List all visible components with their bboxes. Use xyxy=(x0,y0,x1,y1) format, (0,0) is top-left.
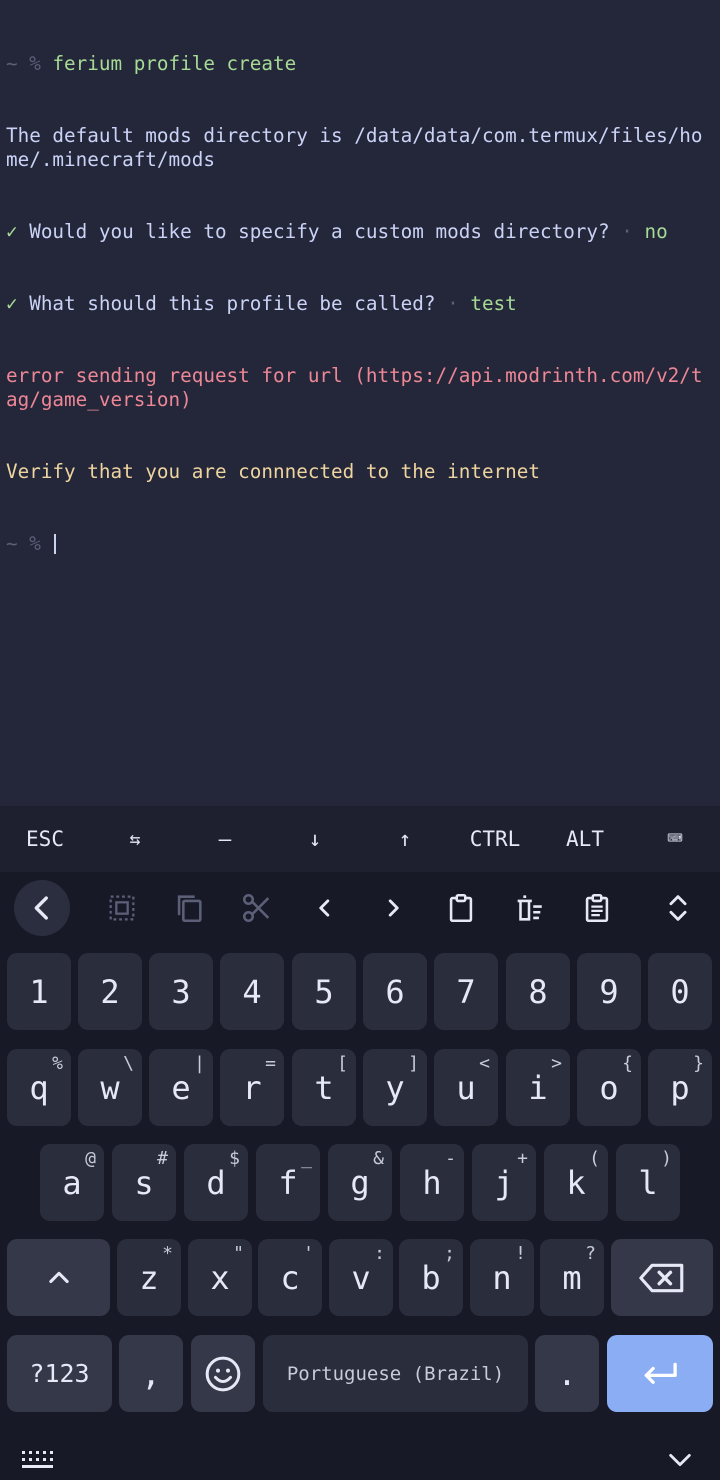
keyboard-toolbar xyxy=(0,872,720,944)
comma-key[interactable]: , xyxy=(119,1335,183,1412)
key-7[interactable]: 7 xyxy=(434,953,498,1030)
terminal-output[interactable]: ~ % ferium profile create The default mo… xyxy=(0,0,720,806)
key-m[interactable]: m? xyxy=(540,1239,604,1316)
clipboard-icon[interactable] xyxy=(569,880,625,936)
key-x[interactable]: x " xyxy=(188,1239,252,1316)
command: ferium profile create xyxy=(52,52,297,75)
soft-keyboard: 1 2 3 4 5 6 7 8 9 0 q% w \ e | r = t[ y] u <… xyxy=(0,872,720,1480)
terminal-line-2: The default mods directory is /data/data… xyxy=(6,124,703,171)
terminal-line-1: ~ % ferium profile create xyxy=(6,52,714,76)
expand-icon[interactable] xyxy=(650,880,706,936)
symbols-key[interactable]: ?123 xyxy=(7,1335,112,1412)
warning-message: Verify that you are connnected to the in… xyxy=(6,460,540,483)
key-q[interactable]: q% xyxy=(7,1049,71,1126)
key-u[interactable]: u < xyxy=(434,1049,498,1126)
copy-icon[interactable] xyxy=(161,880,217,936)
key-g[interactable]: g & xyxy=(328,1144,392,1221)
esc-key[interactable]: ESC xyxy=(0,806,90,872)
separator: · xyxy=(435,292,471,315)
check-mark: ✓ xyxy=(6,292,30,315)
terminal-line-4: ✓ What should this profile be called? · … xyxy=(6,292,714,316)
arrow-up-key[interactable]: ↑ xyxy=(360,806,450,872)
key-4[interactable]: 4 xyxy=(220,953,284,1030)
dash-key[interactable]: — xyxy=(180,806,270,872)
key-s[interactable]: s # xyxy=(112,1144,176,1221)
hide-keyboard-icon[interactable] xyxy=(662,1446,698,1478)
keyboard-nav-bar xyxy=(0,1440,720,1480)
key-v[interactable]: v: xyxy=(329,1239,393,1316)
select-all-icon[interactable] xyxy=(94,880,150,936)
key-c[interactable]: c ' xyxy=(258,1239,322,1316)
key-z[interactable]: z * xyxy=(117,1239,181,1316)
key-9[interactable]: 9 xyxy=(577,953,641,1030)
backspace-key[interactable] xyxy=(611,1239,713,1316)
key-j[interactable]: j + xyxy=(472,1144,536,1221)
keyboard-toggle-key[interactable]: ⌨ xyxy=(630,806,720,872)
key-r[interactable]: r = xyxy=(220,1049,284,1126)
emoji-key[interactable] xyxy=(191,1335,255,1412)
key-5[interactable]: 5 xyxy=(292,953,356,1030)
key-k[interactable]: k( xyxy=(544,1144,608,1221)
check-mark: ✓ xyxy=(6,220,30,243)
key-w[interactable]: w \ xyxy=(78,1049,142,1126)
cursor-right-icon[interactable] xyxy=(365,880,421,936)
error-message: error sending request for url (https://a… xyxy=(6,364,703,411)
terminal-line-3: ✓ Would you like to specify a custom mod… xyxy=(6,220,714,244)
key-y[interactable]: y] xyxy=(363,1049,427,1126)
key-0[interactable]: 0 xyxy=(648,953,712,1030)
key-a[interactable]: a @ xyxy=(40,1144,104,1221)
clipboard-delete-icon[interactable] xyxy=(501,880,557,936)
shift-icon xyxy=(48,1271,69,1283)
space-key[interactable]: Portuguese (Brazil) xyxy=(263,1335,528,1412)
keyboard-switch-icon[interactable] xyxy=(20,1448,60,1476)
key-l[interactable]: l) xyxy=(616,1144,680,1221)
question: What should this profile be called? xyxy=(29,292,436,315)
key-h[interactable]: h- xyxy=(400,1144,464,1221)
key-8[interactable]: 8 xyxy=(506,953,570,1030)
key-3[interactable]: 3 xyxy=(149,953,213,1030)
terminal-line-7: ~ % xyxy=(6,532,714,556)
enter-icon xyxy=(644,1362,677,1384)
shift-key[interactable] xyxy=(7,1239,110,1316)
tab-key[interactable]: ⇆ xyxy=(90,806,180,872)
key-b[interactable]: b; xyxy=(399,1239,463,1316)
emoji-icon xyxy=(205,1356,241,1391)
cursor-left-icon[interactable] xyxy=(297,880,353,936)
key-e[interactable]: e | xyxy=(149,1049,213,1126)
answer: test xyxy=(470,292,517,315)
text-cursor xyxy=(54,534,57,554)
key-n[interactable]: n! xyxy=(470,1239,534,1316)
separator: · xyxy=(609,220,645,243)
key-t[interactable]: t[ xyxy=(292,1049,356,1126)
question: Would you like to specify a custom mods … xyxy=(29,220,610,243)
prompt: ~ % xyxy=(6,532,53,555)
alt-key[interactable]: ALT xyxy=(540,806,630,872)
extra-keys-bar: ESC ⇆ — ↓ ↑ CTRL ALT ⌨ xyxy=(0,806,720,872)
answer: no xyxy=(644,220,668,243)
backspace-icon xyxy=(639,1263,684,1292)
paste-icon[interactable] xyxy=(433,880,489,936)
back-icon[interactable] xyxy=(14,880,70,936)
enter-key[interactable] xyxy=(607,1335,713,1412)
key-f[interactable]: f _ xyxy=(256,1144,320,1221)
arrow-down-key[interactable]: ↓ xyxy=(270,806,360,872)
key-2[interactable]: 2 xyxy=(78,953,142,1030)
period-key[interactable]: . xyxy=(535,1335,599,1412)
key-d[interactable]: d $ xyxy=(184,1144,248,1221)
key-o[interactable]: o{ xyxy=(577,1049,641,1126)
prompt: ~ % xyxy=(6,52,53,75)
key-1[interactable]: 1 xyxy=(7,953,71,1030)
cut-icon[interactable] xyxy=(229,880,285,936)
ctrl-key[interactable]: CTRL xyxy=(450,806,540,872)
key-6[interactable]: 6 xyxy=(363,953,427,1030)
key-i[interactable]: i > xyxy=(506,1049,570,1126)
key-p[interactable]: p} xyxy=(648,1049,712,1126)
